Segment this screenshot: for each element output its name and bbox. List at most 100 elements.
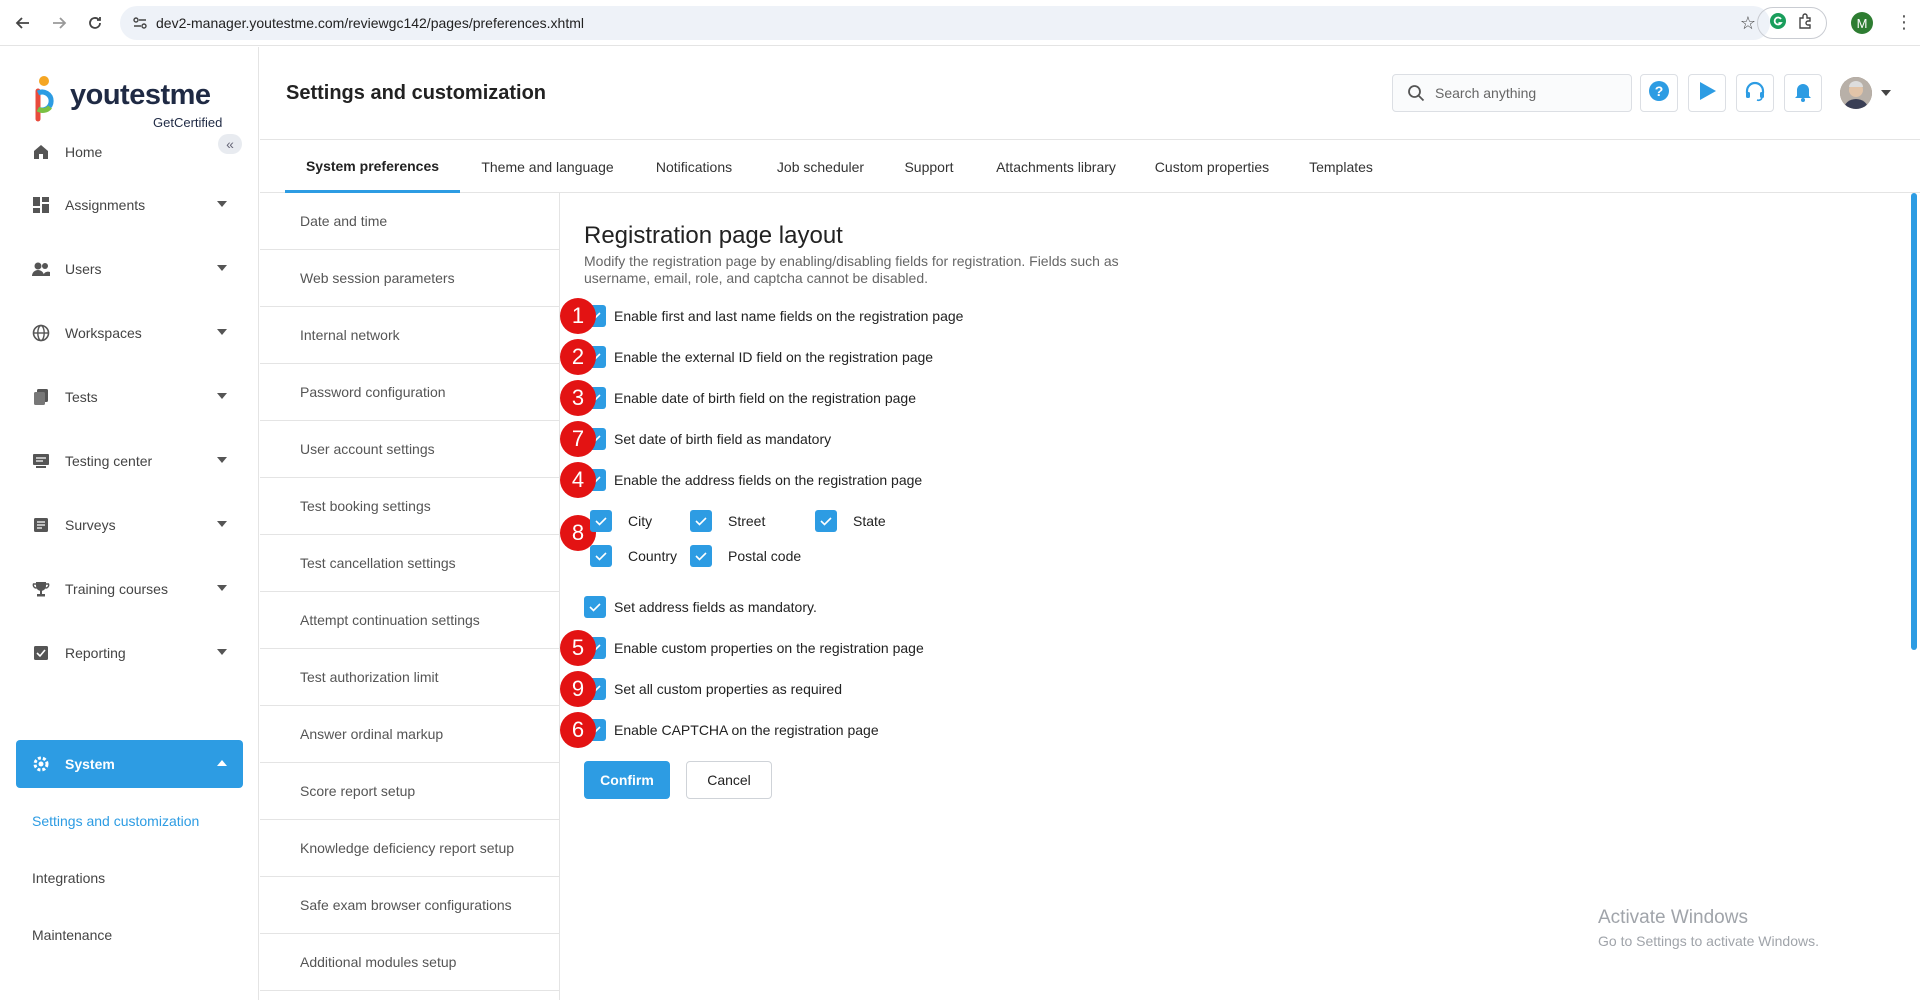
- option-address-fields[interactable]: 4 Enable the address fields on the regis…: [560, 462, 922, 498]
- submenu-item[interactable]: Date and time: [260, 193, 560, 250]
- sidebar-item-users[interactable]: Users: [16, 245, 243, 293]
- sidebar-item-label: System: [65, 756, 115, 772]
- option-label: Set all custom properties as required: [614, 681, 842, 697]
- submenu-item[interactable]: Knowledge deficiency report setup: [260, 820, 560, 877]
- tab-custom-properties[interactable]: Custom properties: [1142, 141, 1282, 193]
- option-label: Enable custom properties on the registra…: [614, 640, 924, 656]
- sidebar-item-system[interactable]: System: [16, 740, 243, 788]
- grammarly-icon[interactable]: [1769, 12, 1787, 35]
- tab-theme-and-language[interactable]: Theme and language: [470, 141, 625, 193]
- option-captcha[interactable]: 6 Enable CAPTCHA on the registration pag…: [560, 712, 879, 748]
- address-field-postal-code[interactable]: Postal code: [690, 544, 801, 568]
- step-marker: 3: [560, 380, 596, 416]
- address-field-country[interactable]: Country: [590, 544, 677, 568]
- chevron-down-icon: [217, 649, 227, 655]
- content-scrollbar[interactable]: [1911, 193, 1917, 650]
- address-bar[interactable]: dev2-manager.youtestme.com/reviewgc142/p…: [120, 6, 1770, 40]
- watermark-title: Activate Windows: [1598, 907, 1748, 928]
- checkbox-checked[interactable]: [590, 510, 612, 532]
- back-icon[interactable]: [10, 10, 36, 36]
- checkbox-checked[interactable]: [590, 545, 612, 567]
- submenu-item[interactable]: Additional modules setup: [260, 934, 560, 991]
- notifications-button[interactable]: [1784, 74, 1822, 112]
- browser-menu-icon[interactable]: ⋮: [1895, 12, 1913, 33]
- submenu-item[interactable]: Attempt continuation settings: [260, 592, 560, 649]
- checkbox-checked[interactable]: [690, 510, 712, 532]
- sidebar-item-workspaces[interactable]: Workspaces: [16, 309, 243, 357]
- registration-layout-panel: Registration page layout Modify the regi…: [560, 193, 1920, 1000]
- browser-toolbar: dev2-manager.youtestme.com/reviewgc142/p…: [0, 0, 1920, 46]
- address-field-city[interactable]: City: [590, 509, 652, 533]
- confirm-button[interactable]: Confirm: [584, 761, 670, 799]
- submenu-item[interactable]: Password configuration: [260, 364, 560, 421]
- sidebar-item-surveys[interactable]: Surveys: [16, 501, 243, 549]
- bookmark-star-icon[interactable]: ☆: [1740, 13, 1756, 34]
- tab-templates[interactable]: Templates: [1292, 141, 1390, 193]
- help-icon: ?: [1648, 80, 1670, 107]
- option-address-mandatory[interactable]: Set address fields as mandatory.: [584, 595, 817, 619]
- sidebar-subitem-integrations[interactable]: Integrations: [32, 870, 105, 886]
- sidebar-subitem-settings[interactable]: Settings and customization: [32, 813, 199, 829]
- submenu-item[interactable]: Score report setup: [260, 763, 560, 820]
- site-settings-icon[interactable]: [132, 15, 148, 34]
- headset-icon: [1744, 80, 1766, 107]
- option-date-of-birth[interactable]: 3 Enable date of birth field on the regi…: [560, 380, 916, 416]
- chevron-down-icon: [217, 393, 227, 399]
- brand-logo[interactable]: youtestme GetCertified: [34, 71, 234, 131]
- search-input[interactable]: Search anything: [1392, 74, 1632, 112]
- address-field-street[interactable]: Street: [690, 509, 765, 533]
- tab-job-scheduler[interactable]: Job scheduler: [763, 141, 878, 193]
- submenu-item[interactable]: Test authorization limit: [260, 649, 560, 706]
- submenu-item[interactable]: Test booking settings: [260, 478, 560, 535]
- gear-icon: [31, 754, 51, 774]
- submenu-item[interactable]: User account settings: [260, 421, 560, 478]
- play-tutorial-button[interactable]: [1688, 74, 1726, 112]
- tab-system-preferences[interactable]: System preferences: [285, 141, 460, 193]
- submenu-item[interactable]: Web session parameters: [260, 250, 560, 307]
- sidebar-subitem-maintenance[interactable]: Maintenance: [32, 927, 112, 943]
- forward-icon[interactable]: [46, 10, 72, 36]
- cancel-button[interactable]: Cancel: [686, 761, 772, 799]
- option-dob-mandatory[interactable]: 7 Set date of birth field as mandatory: [560, 421, 831, 457]
- submenu-item[interactable]: Safe exam browser configurations: [260, 877, 560, 934]
- browser-profile-avatar[interactable]: M: [1851, 12, 1873, 34]
- extensions-icon[interactable]: [1797, 12, 1815, 35]
- checkbox-checked[interactable]: [584, 596, 606, 618]
- tab-support[interactable]: Support: [888, 141, 970, 193]
- sidebar-item-testing-center[interactable]: Testing center: [16, 437, 243, 485]
- help-button[interactable]: ?: [1640, 74, 1678, 112]
- support-button[interactable]: [1736, 74, 1774, 112]
- option-custom-properties-required[interactable]: 9 Set all custom properties as required: [560, 671, 842, 707]
- brand-name: youtestme: [70, 79, 211, 111]
- search-icon: [1407, 84, 1425, 102]
- option-external-id[interactable]: 2 Enable the external ID field on the re…: [560, 339, 933, 375]
- home-icon: [31, 142, 51, 162]
- option-custom-properties[interactable]: 5 Enable custom properties on the regist…: [560, 630, 924, 666]
- checkbox-checked[interactable]: [815, 510, 837, 532]
- tests-icon: [31, 387, 51, 407]
- chevron-down-icon[interactable]: [1881, 90, 1891, 96]
- step-marker: 5: [560, 630, 596, 666]
- tab-attachments-library[interactable]: Attachments library: [980, 141, 1132, 193]
- address-field-state[interactable]: State: [815, 509, 886, 533]
- option-first-last-name[interactable]: 1 Enable first and last name fields on t…: [560, 298, 963, 334]
- submenu-item[interactable]: Internal network: [260, 307, 560, 364]
- sidebar-item-label: Workspaces: [65, 325, 142, 341]
- settings-tabs: System preferences Theme and language No…: [260, 141, 1920, 193]
- survey-icon: [31, 515, 51, 535]
- submenu-item[interactable]: Answer ordinal markup: [260, 706, 560, 763]
- chevron-down-icon: [217, 585, 227, 591]
- tab-notifications[interactable]: Notifications: [635, 141, 753, 193]
- step-marker: 9: [560, 671, 596, 707]
- sidebar-item-tests[interactable]: Tests: [16, 373, 243, 421]
- users-icon: [31, 259, 51, 279]
- submenu-item[interactable]: Test cancellation settings: [260, 535, 560, 592]
- sidebar-item-home[interactable]: Home: [16, 128, 243, 176]
- checkbox-checked[interactable]: [690, 545, 712, 567]
- option-label: City: [628, 513, 653, 529]
- sidebar-item-assignments[interactable]: Assignments: [16, 181, 243, 229]
- reload-icon[interactable]: [82, 10, 108, 36]
- sidebar-item-reporting[interactable]: Reporting: [16, 629, 243, 677]
- user-avatar[interactable]: [1840, 77, 1872, 109]
- sidebar-item-training-courses[interactable]: Training courses: [16, 565, 243, 613]
